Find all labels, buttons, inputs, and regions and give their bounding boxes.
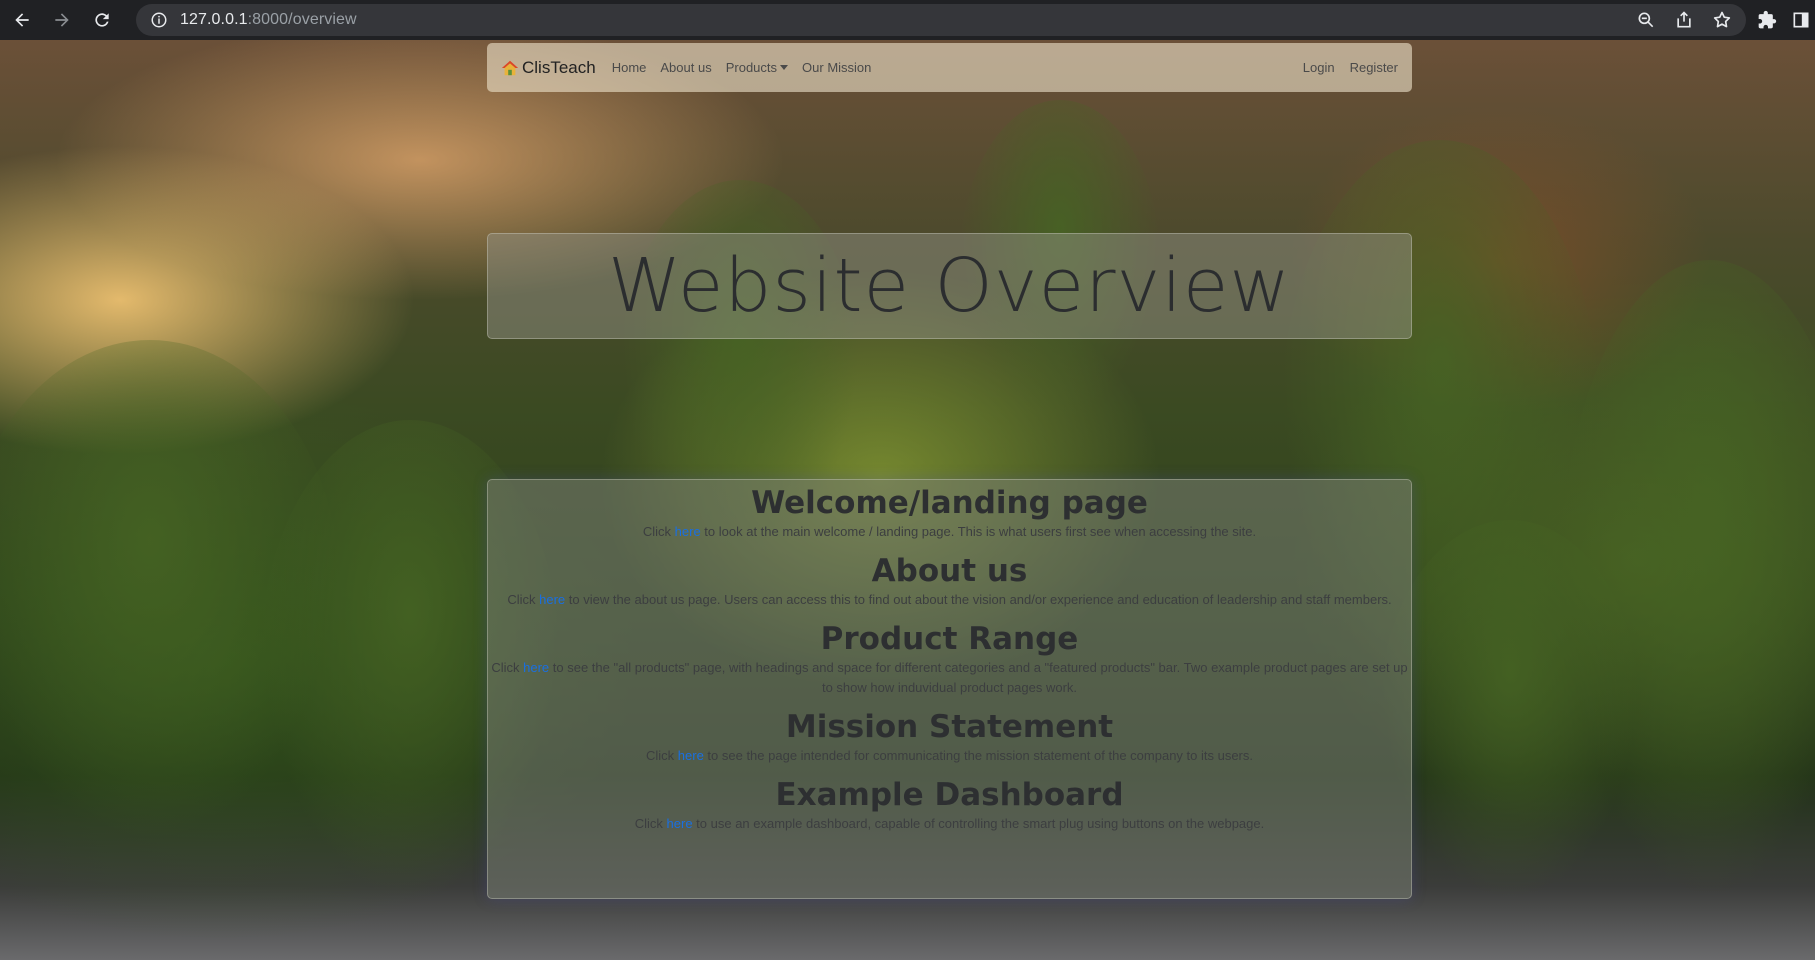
- welcome-link[interactable]: here: [675, 524, 701, 539]
- bookmark-star-icon[interactable]: [1712, 10, 1732, 30]
- section-description: Click here to look at the main welcome /…: [642, 524, 1257, 539]
- reload-icon[interactable]: [84, 2, 120, 38]
- extensions-icon[interactable]: [1757, 10, 1777, 30]
- mission-statement-link[interactable]: here: [678, 748, 704, 763]
- caret-down-icon: [780, 65, 789, 70]
- nav-about-us[interactable]: About us: [660, 60, 711, 75]
- site-info-icon[interactable]: [150, 11, 168, 29]
- example-dashboard-link[interactable]: here: [667, 816, 693, 831]
- nav-home[interactable]: Home: [612, 60, 647, 75]
- page-title: Website Overview: [608, 243, 1291, 329]
- section-heading: Example Dashboard: [775, 777, 1124, 813]
- section-heading: Product Range: [820, 621, 1079, 657]
- forward-icon[interactable]: [44, 2, 80, 38]
- nav-login[interactable]: Login: [1303, 60, 1335, 75]
- share-icon[interactable]: [1674, 10, 1694, 30]
- section-heading: Welcome/landing page: [751, 485, 1148, 521]
- nav-products-dropdown[interactable]: Products: [725, 60, 789, 75]
- section-description: Click here to see the page intended for …: [646, 748, 1253, 763]
- browser-toolbar: 127.0.0.1:8000/overview: [0, 0, 1815, 40]
- section-description: Click here to see the "all products" pag…: [491, 660, 1408, 695]
- section-welcome: Welcome/landing page Click here to look …: [488, 484, 1411, 542]
- section-heading: About us: [871, 553, 1028, 589]
- section-mission-statement: Mission Statement Click here to see the …: [488, 708, 1411, 766]
- section-description: Click here to view the about us page. Us…: [507, 592, 1392, 607]
- product-range-link[interactable]: here: [523, 660, 549, 675]
- about-us-link[interactable]: here: [539, 592, 565, 607]
- overview-card: Welcome/landing page Click here to look …: [487, 479, 1412, 899]
- page-viewport: ClisTeach Home About us Products Our Mis…: [0, 40, 1815, 960]
- site-navbar: ClisTeach Home About us Products Our Mis…: [487, 43, 1412, 92]
- nav-register[interactable]: Register: [1350, 60, 1398, 75]
- section-product-range: Product Range Click here to see the "all…: [488, 620, 1411, 698]
- section-example-dashboard: Example Dashboard Click here to use an e…: [488, 776, 1411, 834]
- side-panel-icon[interactable]: [1791, 10, 1811, 30]
- brand-logo[interactable]: ClisTeach: [501, 58, 596, 78]
- section-description: Click here to use an example dashboard, …: [634, 816, 1265, 831]
- house-icon: [501, 60, 519, 75]
- zoom-icon[interactable]: [1636, 10, 1656, 30]
- back-icon[interactable]: [4, 2, 40, 38]
- url-text: 127.0.0.1:8000/overview: [180, 11, 357, 28]
- brand-name: ClisTeach: [522, 57, 596, 77]
- section-about-us: About us Click here to view the about us…: [488, 552, 1411, 610]
- section-heading: Mission Statement: [785, 709, 1114, 745]
- address-bar[interactable]: 127.0.0.1:8000/overview: [136, 4, 1746, 36]
- title-card: Website Overview: [487, 233, 1412, 339]
- nav-products-label: Products: [725, 60, 778, 75]
- nav-our-mission[interactable]: Our Mission: [802, 60, 871, 75]
